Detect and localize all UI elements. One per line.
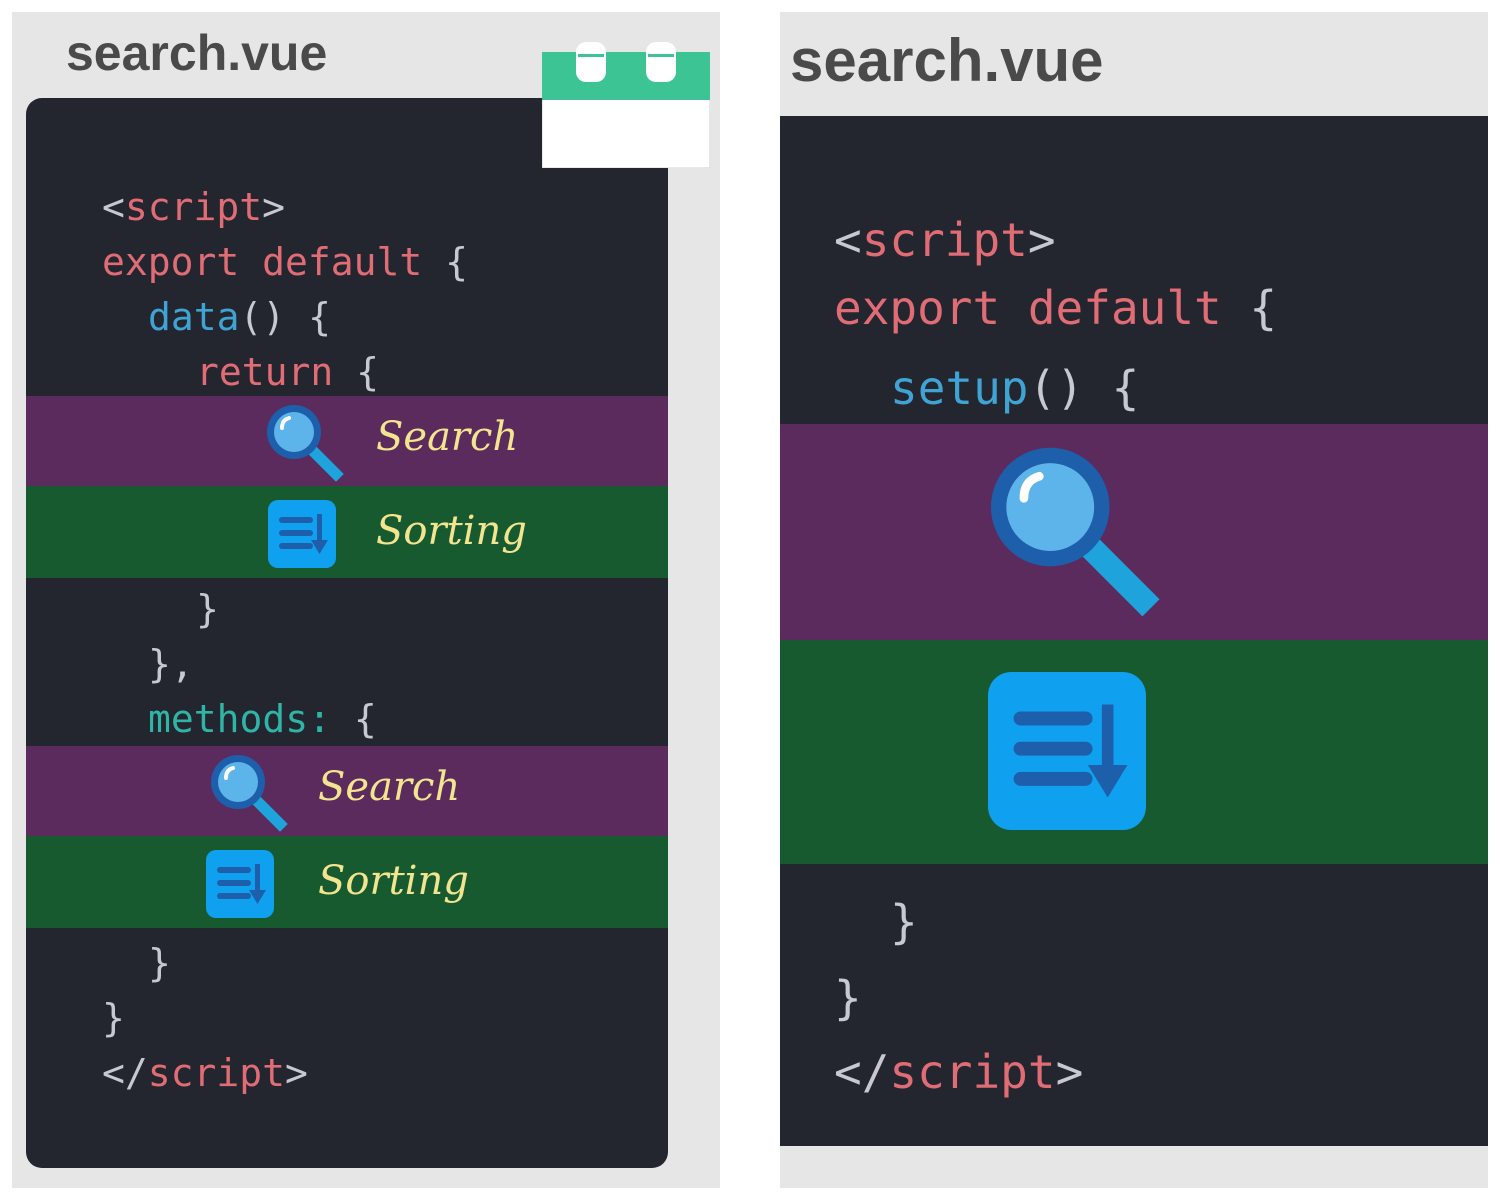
code-line-close-export: } — [26, 993, 125, 1043]
magnifier-icon — [267, 405, 344, 482]
code-editor: <script> export default { data() { retur… — [26, 98, 668, 1168]
tag-bracket: > — [262, 185, 286, 229]
keyword: export default — [834, 281, 1222, 335]
function-name: setup — [890, 361, 1029, 415]
keyword: export default — [102, 240, 423, 284]
tag-name: script — [889, 1045, 1056, 1099]
code-line-close-return: } — [26, 584, 219, 634]
code-line-export-default: export default { — [780, 278, 1277, 338]
punctuation: } — [834, 971, 862, 1025]
search-band: Search — [26, 746, 668, 836]
tag-bracket: </ — [834, 1045, 890, 1099]
punctuation: }, — [148, 642, 194, 686]
search-band: Search — [26, 396, 668, 486]
punctuation: } — [102, 996, 125, 1040]
sort-list-icon — [206, 850, 274, 918]
tag-bracket: < — [834, 213, 862, 267]
code-line-open-script: <script> — [780, 210, 1056, 270]
search-band — [780, 424, 1488, 640]
tag-name: script — [147, 1051, 286, 1095]
file-title: search.vue — [790, 27, 1104, 94]
code-line-close-export: } — [780, 968, 862, 1028]
sort-list-icon — [988, 672, 1146, 830]
code-line-close-methods: } — [26, 938, 171, 988]
band-label-sorting: Sorting — [376, 508, 527, 554]
code-line-return: return { — [26, 347, 379, 397]
file-title: search.vue — [66, 25, 328, 81]
code-line-methods: methods: { — [26, 694, 377, 744]
sorting-band: Sorting — [26, 486, 668, 578]
options-api-panel: search.vue <script> export default { dat… — [12, 12, 720, 1188]
code-line-close-setup: } — [780, 892, 918, 952]
punctuation: () { — [239, 295, 332, 339]
code-line-open-script: <script> — [26, 182, 285, 232]
code-line-data: data() { — [26, 292, 331, 342]
punctuation: } — [148, 941, 171, 985]
sort-list-icon — [268, 500, 336, 568]
property-name: methods: — [148, 697, 332, 741]
tag-bracket: > — [285, 1051, 308, 1095]
tag-name: script — [124, 185, 263, 229]
punctuation: () { — [1028, 361, 1140, 415]
band-label-sorting: Sorting — [318, 858, 469, 904]
calendar-icon — [542, 42, 710, 168]
code-line-setup: setup() { — [780, 358, 1139, 418]
punctuation: { — [333, 350, 380, 394]
punctuation: { — [422, 240, 469, 284]
tag-bracket: > — [1055, 1045, 1084, 1099]
code-line-close-data: }, — [26, 639, 194, 689]
sorting-band — [780, 640, 1488, 864]
code-line-export-default: export default { — [26, 237, 468, 287]
tag-bracket: > — [1027, 213, 1056, 267]
punctuation: } — [890, 895, 918, 949]
punctuation: { — [331, 697, 377, 741]
band-label-search: Search — [376, 414, 519, 460]
code-editor: <script> export default { setup() {}} … — [780, 116, 1488, 1146]
magnifier-icon — [990, 447, 1160, 617]
sorting-band: Sorting — [26, 836, 668, 928]
magnifier-icon — [211, 755, 288, 832]
code-line-close-script: </script> — [26, 1048, 308, 1098]
band-label-search: Search — [318, 764, 461, 810]
keyword: return — [196, 350, 334, 394]
tag-bracket: < — [102, 185, 125, 229]
code-line-close-script: </script> — [780, 1042, 1083, 1102]
composition-api-panel: search.vue <script> export default { set… — [780, 12, 1488, 1188]
punctuation: { — [1221, 281, 1278, 335]
punctuation: } — [196, 587, 219, 631]
tag-bracket: </ — [102, 1051, 148, 1095]
tag-name: script — [861, 213, 1028, 267]
function-name: data — [148, 295, 240, 339]
